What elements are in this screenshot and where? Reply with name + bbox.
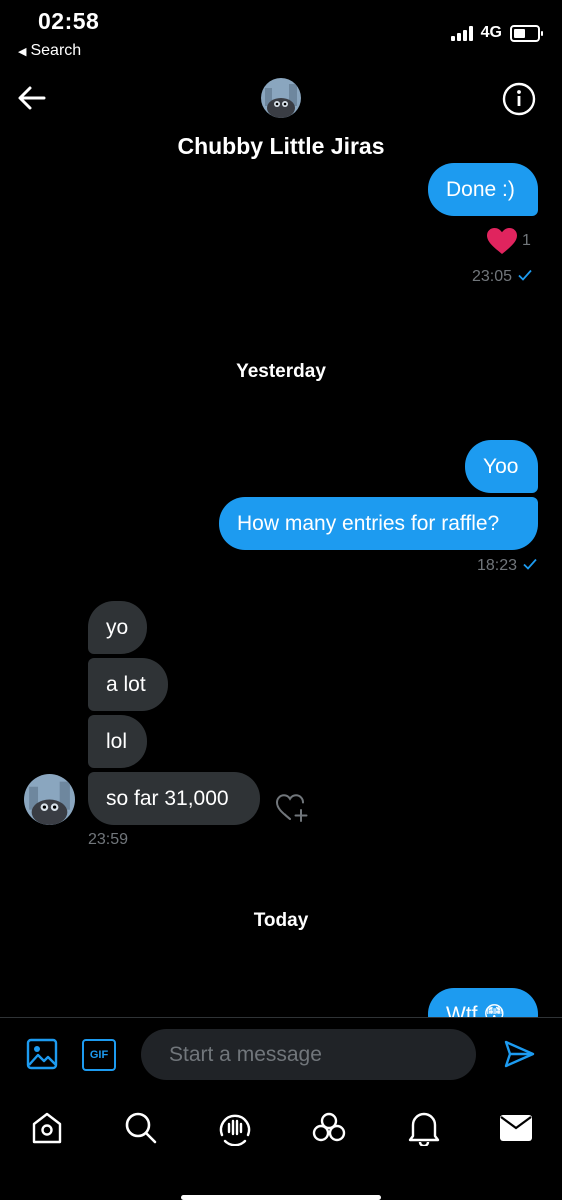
status-back-label: Search — [30, 42, 82, 59]
timestamp-text: 23:05 — [472, 268, 513, 285]
message-text: a lot — [106, 673, 146, 696]
add-reaction-icon[interactable] — [275, 792, 311, 829]
back-triangle-icon: ◀ — [18, 45, 27, 58]
communities-icon[interactable] — [311, 1110, 347, 1151]
network-label: 4G — [480, 24, 502, 41]
message-text: How many entries for raffle? — [237, 512, 500, 535]
received-timestamp: 23:59 — [88, 831, 129, 848]
home-icon[interactable] — [30, 1111, 64, 1150]
message-bubble-sent[interactable]: Done :) — [428, 163, 538, 216]
clip-region: Wtf 😳 — [0, 960, 562, 1017]
message-text: Done :) — [446, 178, 515, 201]
message-text: yo — [106, 616, 129, 639]
message-bubble-sent[interactable]: How many entries for raffle? — [219, 497, 538, 550]
date-separator-yesterday: Yesterday — [236, 361, 326, 382]
message-input[interactable] — [167, 1041, 451, 1068]
back-arrow-icon[interactable] — [14, 80, 50, 116]
message-bubble-sent[interactable]: Yoo — [465, 440, 538, 493]
sender-avatar[interactable] — [24, 774, 75, 825]
message-bubble-sent[interactable]: Wtf 😳 — [428, 988, 538, 1017]
gif-icon[interactable]: GIF — [82, 1039, 116, 1071]
home-indicator — [181, 1195, 381, 1200]
composer-divider — [0, 1017, 562, 1018]
status-back-to-search[interactable]: ◀ Search — [18, 42, 81, 60]
sent-check-icon — [518, 268, 532, 286]
message-text: so far 31,000 — [106, 787, 229, 810]
bell-icon[interactable] — [407, 1110, 441, 1151]
message-bubble-received[interactable]: yo — [88, 601, 147, 654]
message-input-container[interactable] — [141, 1029, 476, 1080]
conversation-title: Chubby Little Jiras — [177, 133, 385, 159]
reaction-count: 1 — [522, 232, 531, 249]
message-timestamp: 18:23 — [477, 557, 537, 575]
sent-check-icon — [523, 557, 537, 575]
message-bubble-received[interactable]: lol — [88, 715, 147, 768]
timestamp-text: 18:23 — [477, 557, 518, 574]
mail-icon[interactable] — [499, 1114, 533, 1147]
status-time: 02:58 — [38, 8, 100, 34]
date-separator-today: Today — [253, 910, 309, 931]
message-text: lol — [106, 730, 128, 753]
search-icon[interactable] — [124, 1111, 158, 1150]
signal-icon — [450, 25, 473, 41]
gif-label: GIF — [89, 1049, 109, 1061]
status-indicators: 4G — [450, 24, 543, 42]
message-text: Yoo — [483, 455, 519, 478]
message-bubble-received[interactable]: so far 31,000 — [88, 772, 260, 825]
message-timestamp: 23:05 — [472, 268, 532, 286]
message-text: Wtf 😳 — [446, 1003, 506, 1017]
battery-icon — [510, 24, 543, 42]
message-bubble-received[interactable]: a lot — [88, 658, 168, 711]
info-icon[interactable] — [502, 82, 536, 116]
reaction-heart-icon[interactable] — [486, 227, 518, 260]
conversation-avatar[interactable] — [261, 78, 301, 118]
image-icon[interactable] — [26, 1038, 58, 1075]
send-icon[interactable] — [503, 1038, 535, 1075]
spaces-icon[interactable] — [217, 1110, 253, 1151]
